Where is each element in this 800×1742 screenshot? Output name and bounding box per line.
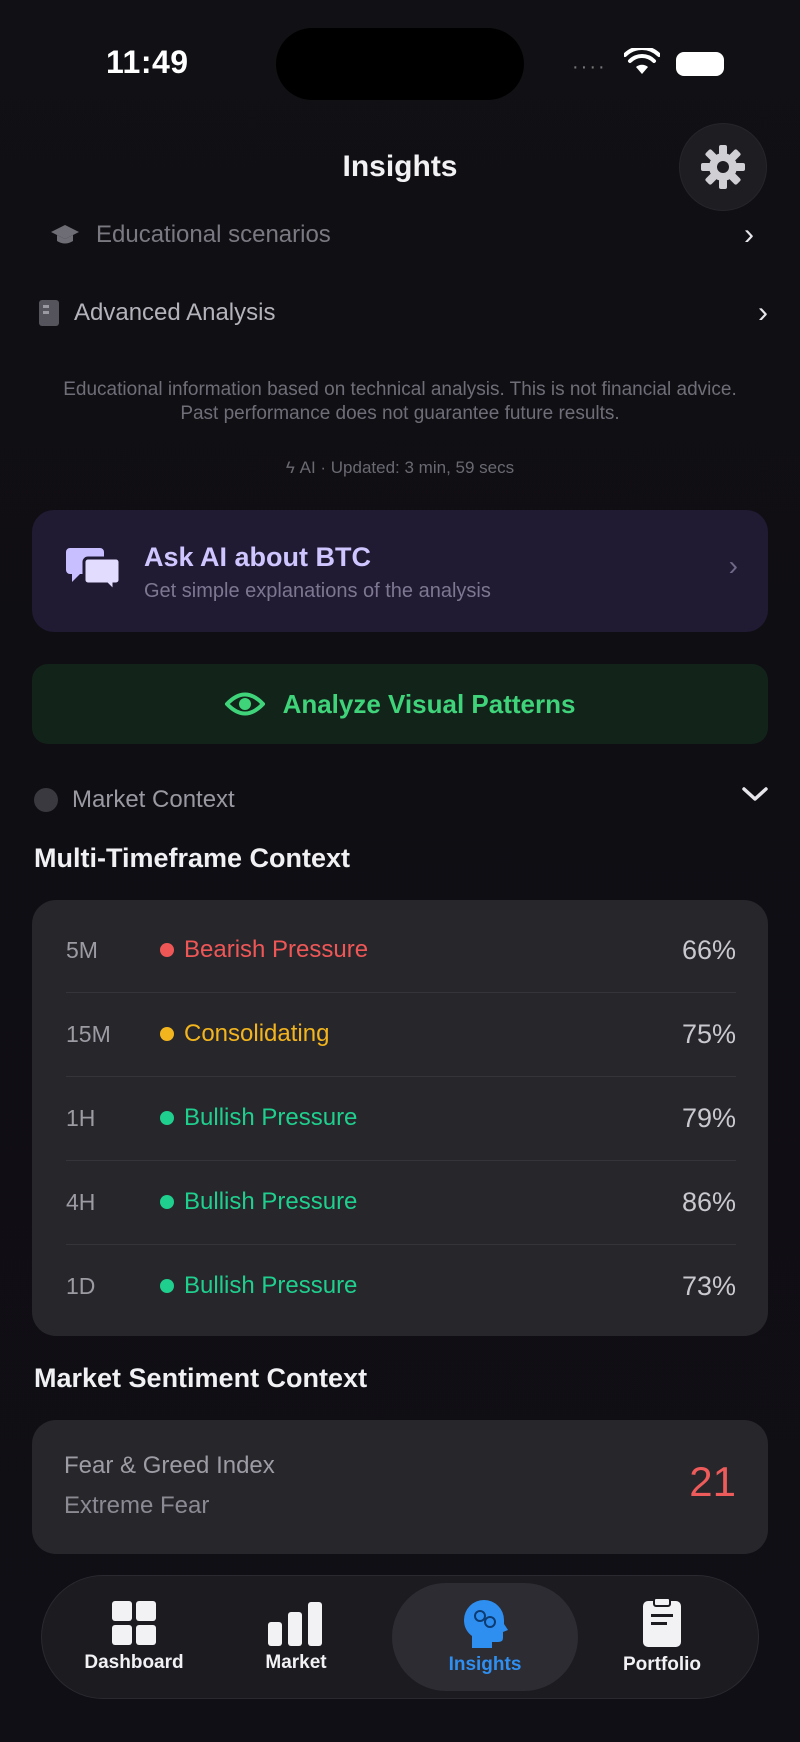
signal-dot (160, 943, 174, 957)
advanced-analysis-label: Advanced Analysis (74, 299, 276, 326)
ask-ai-card[interactable]: Ask AI about BTC Get simple explanations… (32, 510, 768, 632)
analyze-label: Analyze Visual Patterns (282, 688, 576, 719)
tab-dashboard[interactable]: Dashboard (44, 1576, 224, 1698)
tab-market[interactable]: Market (206, 1576, 386, 1698)
signal-dot (160, 1195, 174, 1209)
tab-insights[interactable]: Insights (392, 1583, 578, 1691)
multi-timeframe-card: 5M Bearish Pressure 66% 15M Consolidatin… (32, 900, 768, 1336)
educational-scenarios-link[interactable]: Educational scenarios › (50, 218, 754, 252)
fear-greed-value: 21 (689, 1458, 736, 1505)
signal-dot (160, 1111, 174, 1125)
battery-icon (676, 52, 724, 76)
fear-greed-label: Fear & Greed Index (64, 1452, 275, 1479)
gear-icon (701, 145, 745, 189)
timeframe-row: 1D Bullish Pressure 73% (66, 1270, 736, 1301)
wifi-icon (623, 45, 661, 81)
signal-dot (160, 1279, 174, 1293)
chat-bubbles-icon (66, 544, 122, 599)
fear-greed-state: Extreme Fear (64, 1492, 210, 1519)
lightning-icon: ϟ (285, 458, 300, 477)
educational-scenarios-label: Educational scenarios (96, 221, 331, 248)
dynamic-island (276, 28, 524, 100)
market-context-toggle[interactable]: Market Context (34, 786, 235, 814)
chevron-down-icon[interactable] (740, 784, 770, 809)
timeframe-row: 4H Bullish Pressure 86% (66, 1160, 736, 1245)
fear-greed-card: Fear & Greed Index Extreme Fear 21 (32, 1420, 768, 1554)
document-icon (34, 298, 64, 328)
market-context-label: Market Context (72, 786, 235, 813)
timeframe-row: 15M Consolidating 75% (66, 992, 736, 1077)
chevron-right-icon: › (744, 218, 754, 251)
document-icon (643, 1598, 681, 1647)
timeframe-row: 1H Bullish Pressure 79% (66, 1076, 736, 1161)
settings-button[interactable] (680, 124, 766, 210)
globe-icon (34, 788, 58, 812)
graduation-cap-icon (50, 220, 80, 250)
bar-chart-icon (268, 1602, 322, 1646)
status-time: 11:49 (106, 44, 189, 80)
timeframe-row: 5M Bearish Pressure 66% (66, 908, 736, 993)
chevron-right-icon: › (728, 550, 738, 581)
ask-ai-title: Ask AI about BTC (144, 542, 372, 572)
disclaimer-text: Educational information based on technic… (63, 379, 737, 424)
signal-dots-icon: ···· (572, 56, 607, 78)
market-sentiment-title: Market Sentiment Context (34, 1363, 368, 1393)
analyze-visual-patterns-button[interactable]: Analyze Visual Patterns (32, 664, 768, 744)
tab-portfolio[interactable]: Portfolio (572, 1576, 752, 1698)
updated-timestamp: ϟ AI · Updated: 3 min, 59 secs (285, 458, 515, 477)
tab-bar: Dashboard Market Insights Portfolio (42, 1576, 758, 1698)
multi-timeframe-title: Multi-Timeframe Context (34, 843, 351, 873)
advanced-analysis-link[interactable]: Advanced Analysis › (34, 296, 768, 330)
chevron-right-icon: › (758, 296, 768, 329)
ask-ai-subtitle: Get simple explanations of the analysis (144, 580, 491, 602)
signal-dot (160, 1027, 174, 1041)
brain-head-icon (464, 1600, 508, 1648)
eye-icon (224, 692, 265, 716)
grid-icon (112, 1601, 156, 1645)
